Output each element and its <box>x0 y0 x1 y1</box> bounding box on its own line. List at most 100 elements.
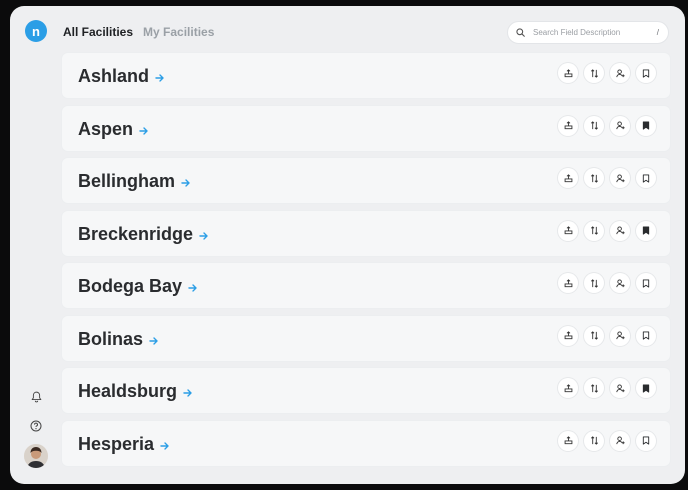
facility-name-label: Bellingham <box>78 171 176 191</box>
facility-name-label: Ashland <box>78 66 150 86</box>
sort-button[interactable] <box>584 325 604 346</box>
sort-button[interactable] <box>584 63 604 83</box>
facility-name-label: Aspen <box>78 118 134 139</box>
arrow-right-icon[interactable] <box>181 171 191 193</box>
assign-user-icon <box>615 436 625 445</box>
facility-name[interactable]: Bolinas <box>78 328 159 351</box>
arrow-right-icon[interactable] <box>199 224 209 246</box>
sort-icon <box>590 68 599 78</box>
assign-user-button[interactable] <box>610 273 630 293</box>
facility-row[interactable]: Hesperia <box>62 420 670 466</box>
upload-tray-button[interactable] <box>558 273 578 293</box>
facility-row[interactable]: Healdsburg <box>62 368 670 413</box>
sort-button[interactable] <box>584 220 604 241</box>
help-button[interactable] <box>28 418 44 434</box>
assign-user-button[interactable] <box>610 168 630 188</box>
sort-button[interactable] <box>584 430 604 451</box>
sort-icon <box>590 173 599 183</box>
notifications-button[interactable] <box>28 389 44 405</box>
assign-user-icon <box>615 331 625 340</box>
bookmark-button[interactable] <box>636 220 656 241</box>
upload-tray-button[interactable] <box>558 168 578 188</box>
bookmark-button[interactable] <box>636 273 656 293</box>
bookmark-icon <box>642 278 650 288</box>
facility-row[interactable]: Breckenridge <box>62 210 670 256</box>
arrow-right-icon[interactable] <box>160 434 170 456</box>
bookmark-button[interactable] <box>636 430 656 451</box>
row-actions <box>558 168 656 188</box>
sort-button[interactable] <box>584 168 604 188</box>
bookmark-button[interactable] <box>636 378 656 398</box>
facility-name[interactable]: Breckenridge <box>78 223 209 246</box>
upload-tray-icon <box>564 278 573 288</box>
bookmark-button[interactable] <box>636 63 656 83</box>
assign-user-button[interactable] <box>610 63 630 83</box>
logo-letter: n <box>32 23 40 39</box>
facility-tabs: All Facilities My Facilities <box>63 25 214 39</box>
search-box[interactable]: / <box>507 21 669 44</box>
bookmark-button[interactable] <box>636 325 656 346</box>
facility-name[interactable]: Hesperia <box>78 433 170 456</box>
facility-row[interactable]: Bodega Bay <box>62 263 670 308</box>
upload-tray-button[interactable] <box>558 325 578 346</box>
row-actions <box>558 220 656 241</box>
assign-user-icon <box>615 173 625 183</box>
upload-tray-button[interactable] <box>558 63 578 83</box>
tab-my-facilities[interactable]: My Facilities <box>143 25 214 39</box>
facility-name-label: Breckenridge <box>78 223 194 244</box>
sort-button[interactable] <box>584 273 604 293</box>
facility-name[interactable]: Aspen <box>78 118 149 141</box>
upload-tray-button[interactable] <box>558 220 578 241</box>
bookmark-button[interactable] <box>636 115 656 136</box>
bookmark-button[interactable] <box>636 168 656 188</box>
facility-row[interactable]: Bellingham <box>62 158 670 203</box>
row-actions <box>558 378 656 398</box>
upload-tray-icon <box>564 383 573 393</box>
upload-tray-icon <box>564 226 573 235</box>
facility-name[interactable]: Ashland <box>78 65 165 88</box>
assign-user-button[interactable] <box>610 430 630 451</box>
help-icon <box>30 420 42 432</box>
facility-row[interactable]: Bolinas <box>62 315 670 361</box>
bookmark-icon <box>642 331 650 340</box>
assign-user-button[interactable] <box>610 115 630 136</box>
bookmark-icon <box>642 173 650 183</box>
facility-row[interactable]: Ashland <box>62 53 670 98</box>
upload-tray-button[interactable] <box>558 378 578 398</box>
assign-user-icon <box>615 68 625 78</box>
arrow-right-icon[interactable] <box>188 276 198 298</box>
assign-user-button[interactable] <box>610 220 630 241</box>
upload-tray-button[interactable] <box>558 115 578 136</box>
bell-icon <box>30 391 42 403</box>
sort-button[interactable] <box>584 378 604 398</box>
assign-user-button[interactable] <box>610 378 630 398</box>
arrow-right-icon[interactable] <box>183 381 193 403</box>
assign-user-icon <box>615 278 625 288</box>
facility-name[interactable]: Healdsburg <box>78 380 193 403</box>
facility-name-label: Bolinas <box>78 328 144 349</box>
search-input[interactable] <box>531 27 654 38</box>
assign-user-icon <box>615 121 625 130</box>
user-photo <box>24 444 48 468</box>
upload-tray-icon <box>564 331 573 340</box>
row-actions <box>558 430 656 451</box>
facility-name[interactable]: Bellingham <box>78 170 191 193</box>
arrow-right-icon[interactable] <box>155 66 165 88</box>
upload-tray-button[interactable] <box>558 430 578 451</box>
upload-tray-icon <box>564 68 573 78</box>
facility-row[interactable]: Aspen <box>62 105 670 151</box>
app-logo[interactable]: n <box>25 20 47 42</box>
arrow-right-icon[interactable] <box>149 329 159 351</box>
row-actions <box>558 273 656 293</box>
avatar[interactable] <box>24 444 48 468</box>
assign-user-button[interactable] <box>610 325 630 346</box>
upload-tray-icon <box>564 121 573 130</box>
arrow-right-icon[interactable] <box>139 119 149 141</box>
tab-all-facilities[interactable]: All Facilities <box>63 25 133 39</box>
facility-name[interactable]: Bodega Bay <box>78 275 198 298</box>
sort-icon <box>590 331 599 340</box>
bookmark-icon <box>642 121 650 130</box>
bookmark-icon <box>642 436 650 445</box>
sort-icon <box>590 226 599 235</box>
sort-button[interactable] <box>584 115 604 136</box>
